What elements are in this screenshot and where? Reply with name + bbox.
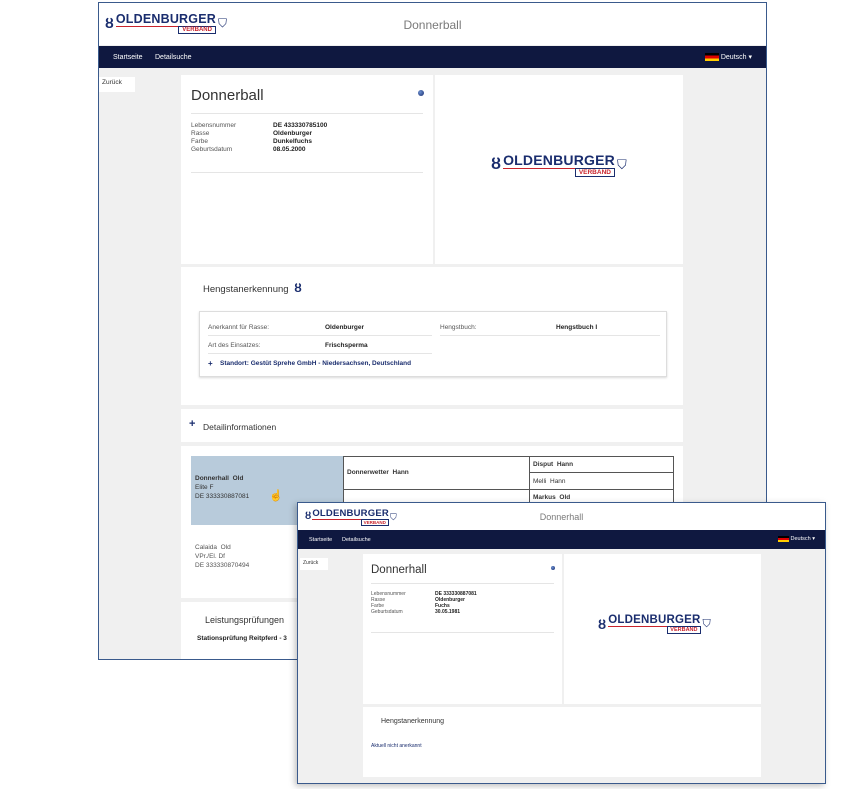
- stallion-approval-title: Hengstanerkennung ȣ: [203, 281, 302, 295]
- brand-sub: VERBAND: [667, 626, 701, 634]
- field-label: Rasse: [191, 130, 210, 137]
- field-label: Art des Einsatzes:: [208, 342, 261, 349]
- pedigree-great-granddam-1[interactable]: Melli Hann: [529, 472, 674, 490]
- horse-emblem-icon: ȣ: [294, 281, 302, 295]
- nav-detail-search[interactable]: Detailsuche: [342, 537, 371, 543]
- sire-name: Donnerhall: [195, 475, 229, 482]
- field-value: Oldenburger: [273, 130, 313, 137]
- german-flag-icon: [704, 53, 719, 61]
- stallion-approval-card: Hengstanerkennung Aktuell nicht anerkann…: [363, 707, 761, 777]
- field-label: Geburtsdatum: [371, 609, 403, 615]
- horse-name: Donnerball: [191, 87, 264, 104]
- language-label: Deutsch ▾: [790, 536, 815, 542]
- field-value: Hengstbuch I: [556, 324, 598, 331]
- nav-detail-search[interactable]: Detailsuche: [155, 54, 192, 61]
- stallion-approval-card: Hengstanerkennung ȣ Anerkannt für Rasse:…: [181, 267, 683, 405]
- approval-details-box: Anerkannt für Rasse: Oldenburger Hengstb…: [199, 311, 667, 377]
- field-value: 30.05.1981: [435, 609, 461, 615]
- approval-status: Aktuell nicht anerkannt: [371, 743, 422, 749]
- field-value: Oldenburger: [325, 324, 365, 331]
- field-value: 08.05.2000: [273, 146, 306, 153]
- horse-name: Donnerhall: [371, 564, 427, 576]
- dam-name: Calaida: [195, 544, 218, 551]
- navbar: Startseite Detailsuche Deutsch ▾: [99, 46, 766, 68]
- field-label: Geburtsdatum: [191, 146, 233, 153]
- plus-icon: +: [208, 359, 213, 368]
- stallion-approval-title: Hengstanerkennung: [381, 718, 445, 725]
- field-label: Lebensnummer: [191, 122, 237, 129]
- nav-home[interactable]: Startseite: [309, 537, 332, 543]
- status-dot-icon: [551, 566, 555, 570]
- back-button[interactable]: Zurück: [300, 558, 328, 570]
- horse-info-card: Donnerball Lebensnummer DE 433330785100 …: [181, 75, 433, 264]
- field-value: Dunkelfuchs: [273, 138, 313, 145]
- field-label: Farbe: [191, 138, 208, 145]
- language-select[interactable]: Deutsch ▾: [704, 53, 752, 61]
- brand-sub: VERBAND: [574, 168, 615, 177]
- field-label: Anerkannt für Rasse:: [208, 324, 270, 331]
- horse-details: Lebensnummer DE 333330887081 Rasse Olden…: [371, 591, 551, 627]
- title-bar: ȣ OLDENBURGER VERBAND ⛉ Donnerball: [99, 3, 766, 45]
- navbar: Startseite Detailsuche Deutsch ▾: [298, 530, 825, 549]
- horse-info-card: Donnerhall Lebensnummer DE 333330887081 …: [363, 554, 562, 704]
- field-value: DE 433330785100: [273, 122, 328, 129]
- status-dot-icon: [418, 90, 424, 96]
- location-link[interactable]: Standort: Gestüt Sprehe GmbH - Niedersac…: [220, 360, 411, 367]
- german-flag-icon: [777, 536, 789, 542]
- horse-image-card: ȣ OLDENBURGER VERBAND ⛉: [564, 554, 761, 704]
- detail-info-label: Detailinformationen: [203, 422, 277, 432]
- title-bar: ȣ OLDENBURGER VERBAND ⛉ Donnerhall: [298, 503, 825, 530]
- brand-logo-large: ȣ OLDENBURGER VERBAND ⛉: [491, 152, 627, 177]
- detail-info-toggle[interactable]: + Detailinformationen: [181, 409, 683, 442]
- sire-number: DE 333330887081: [195, 493, 250, 500]
- sire-title: Elite F: [195, 484, 214, 491]
- window-title: Donnerhall: [539, 512, 584, 522]
- brand-logo-large: ȣ OLDENBURGER VERBAND ⛉: [598, 614, 711, 634]
- window-title: Donnerball: [403, 18, 462, 32]
- horse-details: Lebensnummer DE 433330785100 Rasse Olden…: [191, 122, 411, 170]
- plus-icon: +: [189, 418, 196, 430]
- brand-name: OLDENBURGER: [503, 152, 615, 169]
- performance-tests-title: Leistungsprüfungen: [205, 615, 285, 625]
- language-select[interactable]: Deutsch ▾: [777, 536, 815, 542]
- language-label: Deutsch ▾: [720, 54, 752, 61]
- window-donnerhall: ȣ OLDENBURGER VERBAND ⛉ Donnerhall Start…: [297, 502, 826, 784]
- nav-home[interactable]: Startseite: [113, 54, 143, 61]
- field-value: Frischsperma: [325, 342, 368, 349]
- horse-emblem-icon: ȣ: [491, 155, 502, 173]
- performance-test-item[interactable]: Stationsprüfung Reitpferd - 3: [197, 635, 287, 642]
- shield-icon: ⛉: [616, 156, 627, 172]
- pedigree-grandsire[interactable]: Donnerwetter Hann: [343, 456, 530, 490]
- back-button[interactable]: Zurück: [99, 77, 135, 92]
- field-label: Hengstbuch:: [440, 324, 477, 331]
- horse-emblem-icon: ȣ: [598, 616, 607, 632]
- pedigree-great-grandsire-1[interactable]: Disput Hann: [529, 456, 674, 473]
- horse-image-card: ȣ OLDENBURGER VERBAND ⛉: [435, 75, 683, 264]
- hand-cursor-icon: ☝: [269, 490, 283, 502]
- shield-icon: ⛉: [702, 617, 711, 630]
